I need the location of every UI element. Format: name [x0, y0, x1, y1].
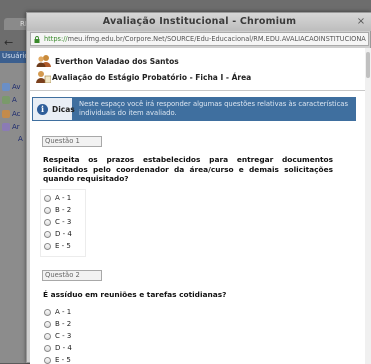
address-bar[interactable]: https://meu.ifmg.edu.br/Corpore.Net/SOUR… — [30, 32, 369, 46]
radio-button[interactable] — [44, 219, 51, 226]
radio-button[interactable] — [44, 309, 51, 316]
question-label: Questão 2 — [42, 270, 102, 281]
option-row[interactable]: B - 2 — [41, 205, 85, 217]
back-arrow-icon[interactable]: ← — [4, 36, 13, 49]
menu-letter: A — [18, 135, 23, 143]
radio-button[interactable] — [44, 195, 51, 202]
option-row[interactable]: A - 1 — [41, 307, 85, 319]
tips-header: i Dicas — [32, 97, 75, 121]
url-text: https://meu.ifmg.edu.br/Corpore.Net/SOUR… — [44, 35, 366, 43]
radio-button[interactable] — [44, 321, 51, 328]
option-label: E - 5 — [55, 242, 71, 250]
url-path: meu.ifmg.edu.br/Corpore.Net/SOURCE/Edu-E… — [67, 35, 366, 43]
menu-icon — [2, 123, 10, 131]
menu-letter: Av — [12, 83, 21, 91]
user-name: Everthon Valadao dos Santos — [55, 57, 179, 66]
radio-button[interactable] — [44, 345, 51, 352]
option-label: D - 4 — [55, 230, 72, 238]
option-row[interactable]: A - 1 — [41, 193, 85, 205]
window-title: Avaliação Institucional - Chromium — [102, 16, 297, 27]
scrollbar-thumb[interactable] — [366, 52, 370, 78]
popup-window: Avaliação Institucional - Chromium × htt… — [26, 12, 371, 364]
option-row[interactable]: B - 2 — [41, 319, 85, 331]
option-label: B - 2 — [55, 320, 72, 328]
divider — [30, 90, 365, 91]
option-row[interactable]: E - 5 — [41, 241, 85, 253]
url-scheme: https:// — [44, 35, 68, 43]
radio-button[interactable] — [44, 243, 51, 250]
menu-letter: Ar — [12, 123, 20, 131]
answer-options: A - 1 B - 2 C - 3 D - 4 E - 5 — [41, 190, 85, 256]
menu-letter: A — [12, 96, 17, 104]
background-user-label: Usuário — [2, 52, 29, 60]
radio-button[interactable] — [44, 207, 51, 214]
option-row[interactable]: D - 4 — [41, 229, 85, 241]
tips-text: Neste espaço você irá responder algumas … — [79, 100, 349, 117]
evaluation-icon — [36, 71, 51, 83]
question-text: Respeita os prazos estabelecidos para en… — [43, 155, 333, 184]
evaluation-title: Avaliação do Estágio Probatório - Ficha … — [52, 73, 252, 82]
option-label: C - 3 — [55, 332, 72, 340]
option-label: A - 1 — [55, 194, 72, 202]
scrollbar[interactable] — [365, 48, 371, 364]
option-label: A - 1 — [55, 308, 72, 316]
page-content: Everthon Valadao dos Santos Avaliação do… — [30, 48, 365, 364]
menu-icon — [2, 83, 10, 91]
lock-icon — [34, 36, 40, 43]
option-label: C - 3 — [55, 218, 72, 226]
info-icon: i — [37, 104, 48, 115]
menu-icon — [2, 96, 10, 104]
menu-icon — [2, 110, 10, 118]
question-text: É assíduo em reuniões e tarefas cotidian… — [43, 290, 227, 299]
tips-bar: i Dicas Neste espaço você irá responder … — [32, 97, 356, 121]
menu-letter: Ac — [12, 110, 21, 118]
option-row[interactable]: D - 4 — [41, 343, 85, 355]
title-bar[interactable]: Avaliação Institucional - Chromium × — [27, 13, 371, 31]
answer-options: A - 1 B - 2 C - 3 D - 4 E - 5 — [41, 306, 85, 364]
option-row[interactable]: C - 3 — [41, 331, 85, 343]
radio-button[interactable] — [44, 333, 51, 340]
option-label: B - 2 — [55, 206, 72, 214]
option-label: D - 4 — [55, 344, 72, 352]
option-row[interactable]: C - 3 — [41, 217, 85, 229]
users-icon — [36, 55, 51, 67]
tips-label: Dicas — [52, 105, 75, 114]
question-label: Questão 1 — [42, 136, 102, 147]
close-icon[interactable]: × — [356, 17, 366, 27]
radio-button[interactable] — [44, 231, 51, 238]
